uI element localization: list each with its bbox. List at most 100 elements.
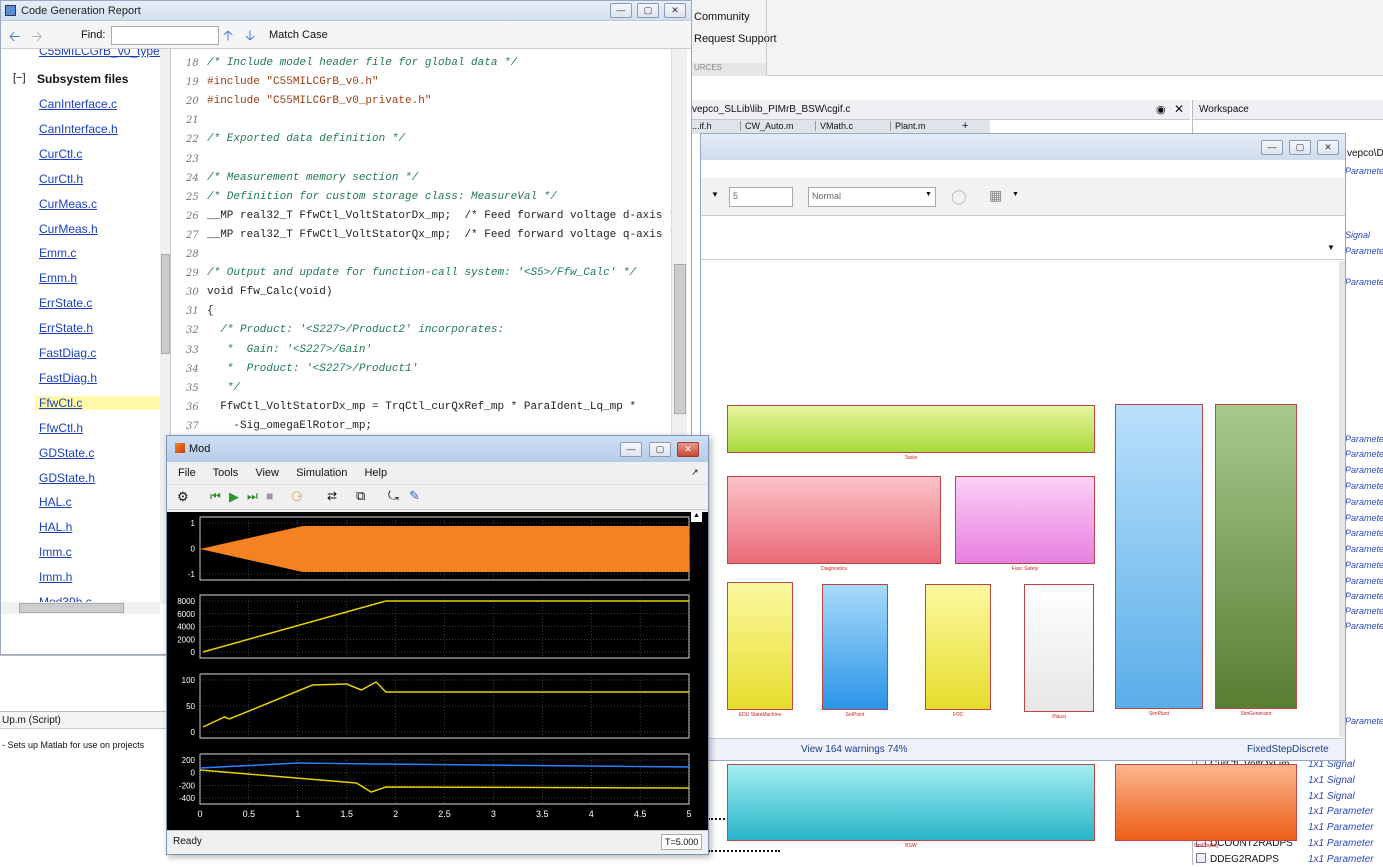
find-down-icon[interactable]: 🡣: [245, 25, 255, 49]
file-link[interactable]: HAL.h: [39, 520, 72, 534]
variable-type: 1x1 Parameter: [1308, 838, 1374, 849]
chevron-down-icon[interactable]: ▼: [1327, 243, 1335, 252]
scrollbar-thumb[interactable]: [674, 264, 686, 414]
file-link[interactable]: FastDiag.c: [39, 346, 96, 360]
file-link[interactable]: CurMeas.c: [39, 197, 97, 211]
editor-tab[interactable]: VMath.c: [815, 121, 853, 131]
subsystem-block[interactable]: [727, 476, 941, 564]
section-toggle[interactable]: [−]: [13, 72, 26, 84]
back-arrow-icon[interactable]: 🡠: [9, 26, 20, 50]
file-link[interactable]: CanInterface.h: [39, 122, 118, 136]
zoom-icon[interactable]: ⇄: [327, 489, 337, 503]
maximize-button[interactable]: ▢: [637, 3, 659, 18]
request-support-link[interactable]: Request Support: [694, 33, 777, 45]
block-label: SetPoint: [845, 712, 865, 718]
menu-tools[interactable]: Tools: [213, 467, 239, 479]
settings-icon[interactable]: ⚙: [177, 489, 189, 505]
measure-icon[interactable]: ✎: [409, 488, 420, 504]
menu-view[interactable]: View: [255, 467, 279, 479]
chevron-down-icon[interactable]: ▼: [1012, 191, 1019, 198]
file-link[interactable]: GDState.h: [39, 471, 95, 485]
highlight-icon[interactable]: ⚆: [291, 489, 303, 505]
close-button[interactable]: ✕: [664, 3, 686, 18]
font-size-field[interactable]: 5: [729, 187, 793, 207]
line-number: 35: [186, 382, 199, 394]
subsystem-block[interactable]: [1115, 404, 1203, 709]
file-link[interactable]: CurCtl.h: [39, 172, 83, 186]
menu-simulation[interactable]: Simulation: [296, 467, 347, 479]
chevron-down-icon: ▼: [925, 191, 932, 198]
match-case-toggle[interactable]: Match Case: [269, 29, 328, 41]
file-link[interactable]: FfwCtl.c: [35, 395, 160, 410]
variable-type: 1x1 Signal: [1308, 790, 1355, 802]
file-link[interactable]: Imm.h: [39, 570, 72, 584]
minimize-button[interactable]: —: [1261, 140, 1283, 155]
file-link[interactable]: FastDiag.h: [39, 371, 97, 385]
editor-path: vepco_SLLib\lib_PIMrB_BSW\cgif.c: [692, 104, 851, 115]
editor-tabs: ...if.h CW_Auto.m VMath.c Plant.m +: [690, 120, 990, 134]
file-link[interactable]: ErrState.c: [39, 296, 92, 310]
file-link[interactable]: Emm.c: [39, 246, 76, 260]
autoscale-icon[interactable]: ⧉: [356, 488, 365, 504]
grid-icon[interactable]: ▦: [989, 187, 1002, 204]
editor-menu-icon[interactable]: ◉: [1156, 103, 1166, 116]
subsystem-block[interactable]: [1215, 404, 1297, 709]
check-icon[interactable]: ◯: [951, 188, 967, 205]
expand-icon[interactable]: ▲: [691, 512, 702, 522]
subsystem-block[interactable]: [727, 764, 1095, 841]
subsystem-block[interactable]: [955, 476, 1095, 564]
file-link[interactable]: FfwCtl.h: [39, 421, 83, 435]
minimize-button[interactable]: —: [610, 3, 632, 18]
variable-name: DDEG2RADPS: [1210, 853, 1279, 865]
close-button[interactable]: ✕: [677, 442, 699, 457]
file-link[interactable]: ErrState.h: [39, 321, 93, 335]
menu-file[interactable]: File: [178, 467, 196, 479]
menu-help[interactable]: Help: [364, 467, 387, 479]
file-link[interactable]: CurMeas.h: [39, 222, 98, 236]
menu-overflow-icon[interactable]: ↗: [691, 467, 699, 478]
scrollbar-thumb[interactable]: [19, 603, 124, 613]
find-input[interactable]: [111, 26, 219, 45]
close-icon[interactable]: ✕: [1174, 102, 1184, 116]
step-forward-icon[interactable]: ⏭: [247, 489, 258, 504]
subsystem-block[interactable]: [822, 584, 888, 710]
file-link[interactable]: Emm.h: [39, 271, 77, 285]
step-back-icon[interactable]: ⏮: [210, 489, 221, 504]
block-label: Plausi: [1052, 714, 1066, 720]
run-icon[interactable]: ▶: [229, 489, 239, 505]
maximize-button[interactable]: ▢: [1289, 140, 1311, 155]
editor-tab[interactable]: CW_Auto.m: [740, 121, 794, 131]
y-tick-label: 6000: [177, 610, 195, 619]
stop-icon[interactable]: ■: [266, 489, 273, 503]
community-link[interactable]: Community: [694, 11, 750, 23]
code-scrollbar[interactable]: [671, 49, 687, 439]
new-tab-button[interactable]: +: [962, 120, 968, 132]
file-link[interactable]: GDState.c: [39, 446, 94, 460]
editor-tab[interactable]: ...if.h: [692, 121, 712, 131]
warnings-status[interactable]: View 164 warnings 74%: [801, 744, 908, 755]
dropdown-arrow-icon[interactable]: ▼: [711, 190, 719, 199]
minimize-button[interactable]: —: [620, 442, 642, 457]
find-up-icon[interactable]: 🡡: [223, 25, 233, 49]
file-link[interactable]: Imm.c: [39, 545, 72, 559]
subsystem-block[interactable]: [727, 405, 1095, 453]
scrollbar-thumb[interactable]: [161, 254, 170, 354]
file-link[interactable]: CurCtl.c: [39, 147, 82, 161]
variable-type: 1x1 Signal: [1308, 774, 1355, 786]
file-link[interactable]: HAL.c: [39, 495, 72, 509]
subsystem-block[interactable]: [1024, 584, 1094, 712]
horizontal-scrollbar[interactable]: [1, 602, 160, 614]
editor-tab[interactable]: Plant.m: [890, 121, 926, 131]
cursor-icon[interactable]: ⤿: [388, 488, 399, 504]
close-button[interactable]: ✕: [1317, 140, 1339, 155]
font-style-select[interactable]: Normal: [808, 187, 936, 207]
address-bar[interactable]: ▼: [701, 235, 1345, 260]
subsystem-block[interactable]: [925, 584, 991, 710]
subsystem-block[interactable]: [727, 582, 793, 710]
file-link[interactable]: C55MILCGrB_v0_types: [39, 49, 166, 58]
subsystem-block[interactable]: [1115, 764, 1297, 841]
line-number: 30: [186, 287, 199, 299]
maximize-button[interactable]: ▢: [649, 442, 671, 457]
file-link[interactable]: CanInterface.c: [39, 97, 117, 111]
forward-arrow-icon[interactable]: 🡢: [31, 26, 42, 50]
